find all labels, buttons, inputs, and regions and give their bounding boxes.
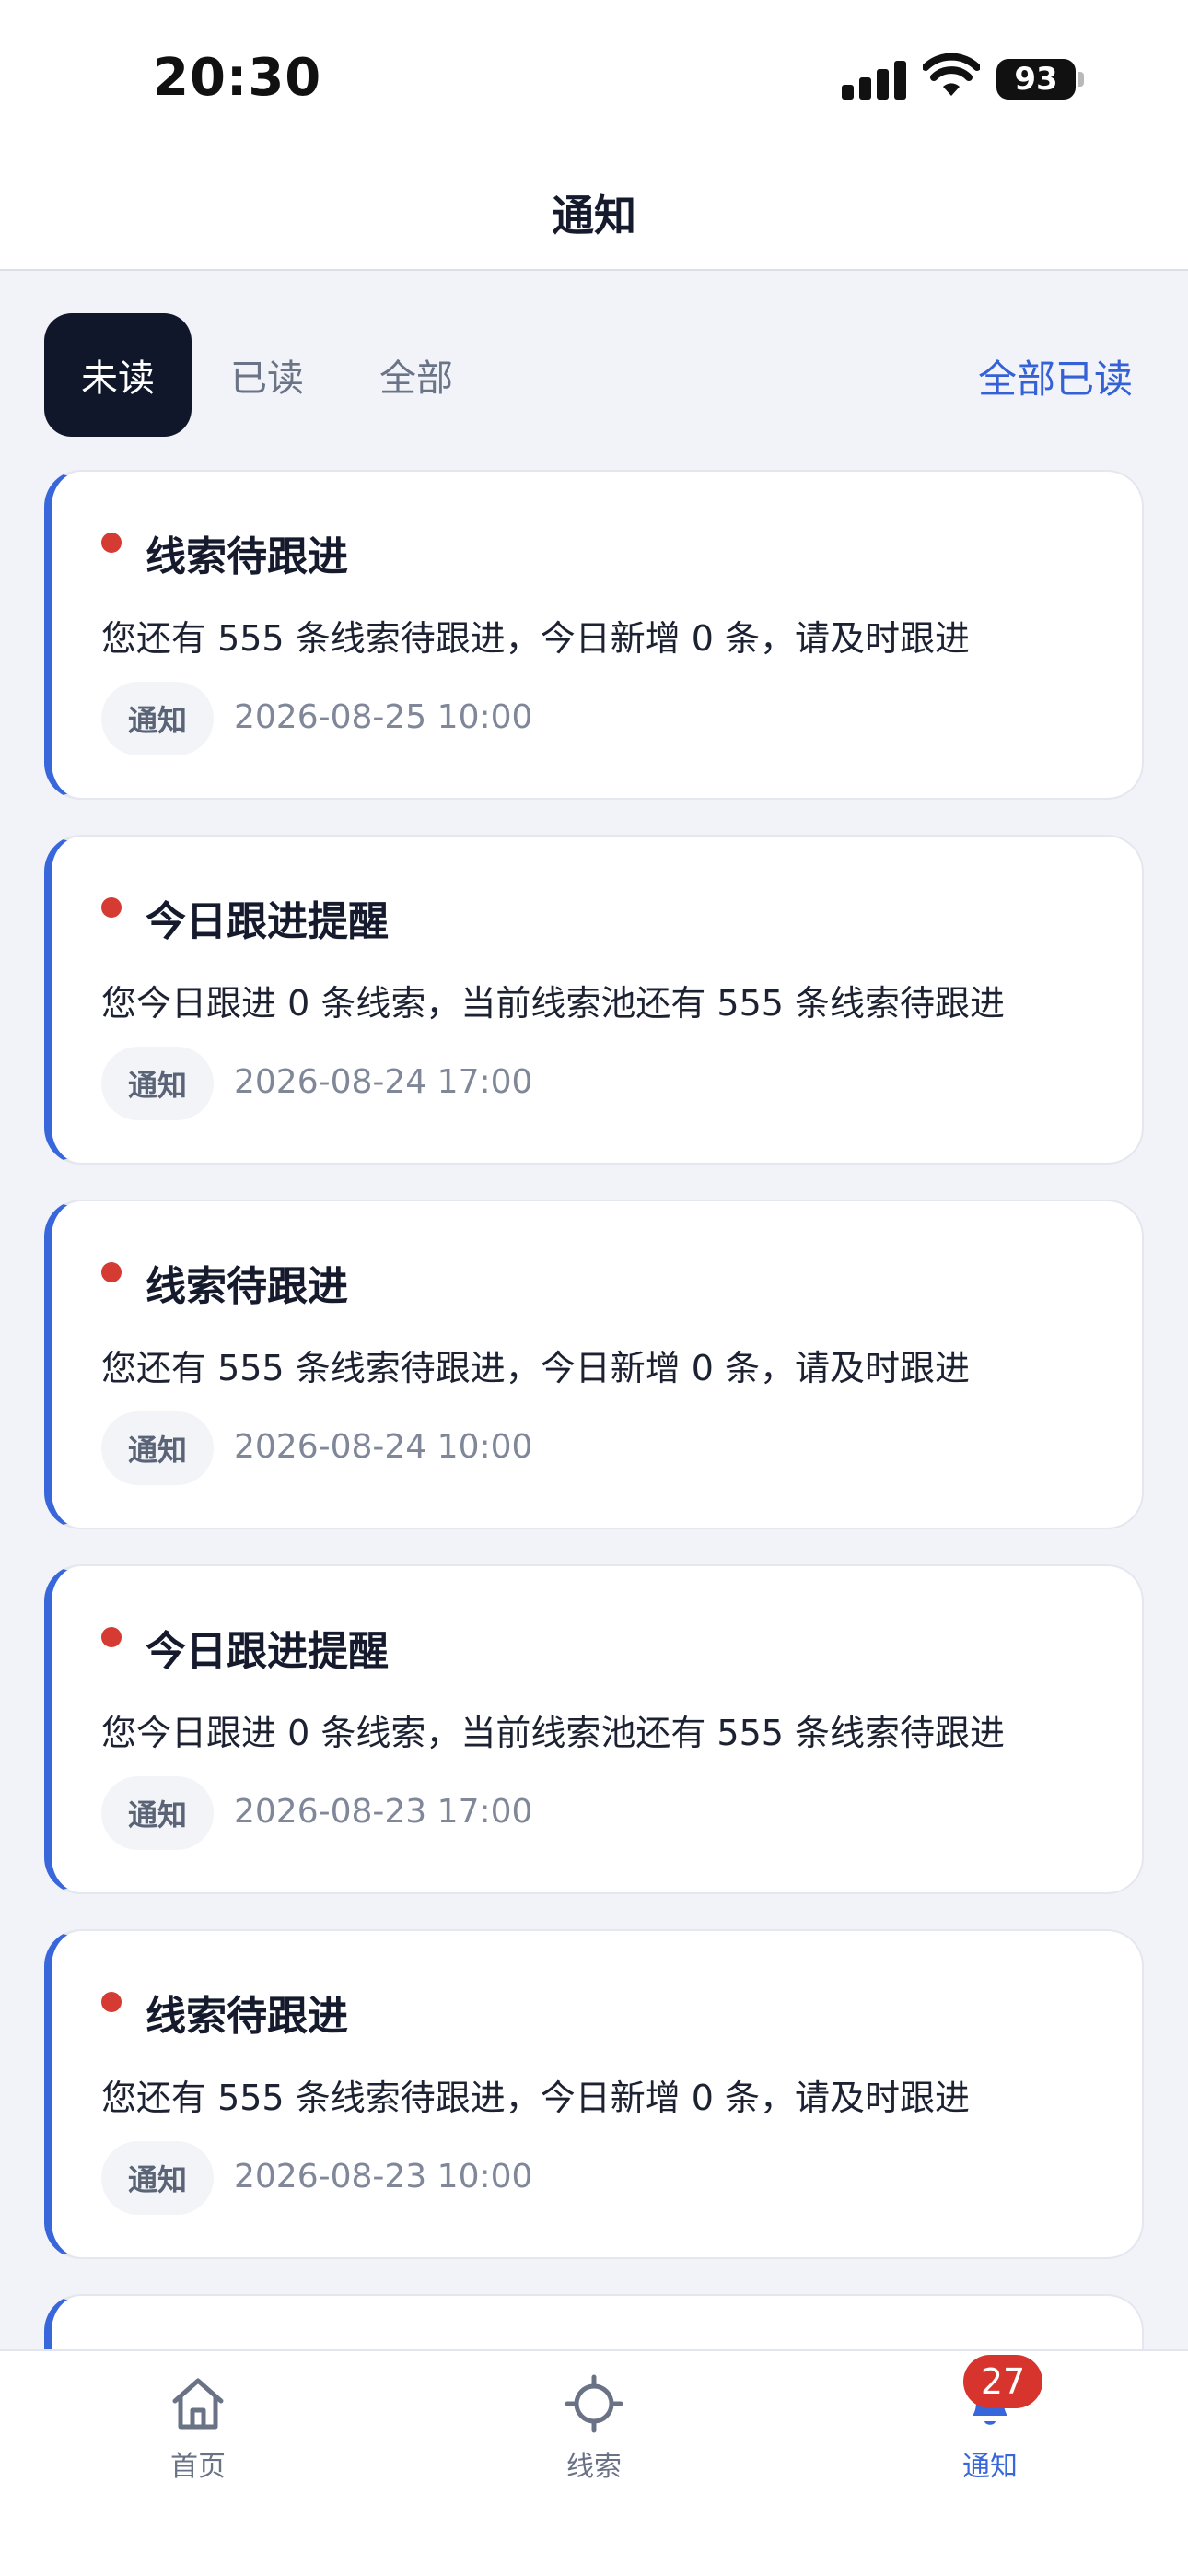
notification-title: 线索待跟进 bbox=[146, 1993, 348, 2040]
tab-unread[interactable]: 未读 bbox=[44, 313, 192, 437]
notification-title: 今日跟进提醒 bbox=[146, 1628, 389, 1675]
notification-card-partial[interactable] bbox=[44, 2294, 1144, 2349]
nav-bar: 通知 bbox=[0, 157, 1188, 271]
mark-all-read-button[interactable]: 全部已读 bbox=[978, 348, 1133, 404]
notification-body: 您还有 555 条线索待跟进，今日新增 0 条，请及时跟进 bbox=[101, 2078, 971, 2118]
unread-dot bbox=[101, 533, 122, 553]
notification-count-badge: 27 bbox=[963, 2355, 1042, 2408]
status-time: 20:30 bbox=[153, 48, 322, 108]
notification-card[interactable]: 线索待跟进 您还有 555 条线索待跟进，今日新增 0 条，请及时跟进 通知 2… bbox=[44, 1929, 1144, 2259]
notification-time: 2026-08-25 10:00 bbox=[234, 698, 533, 736]
tabbar-label-notifications: 通知 bbox=[962, 2451, 1018, 2483]
tabbar-item-leads[interactable]: 线索 bbox=[502, 2373, 686, 2493]
notification-card[interactable]: 线索待跟进 您还有 555 条线索待跟进，今日新增 0 条，请及时跟进 通知 2… bbox=[44, 470, 1144, 800]
filter-tabs: 未读 已读 全部 bbox=[44, 313, 492, 437]
status-bar: 20:30 93 bbox=[0, 0, 1188, 157]
notification-time: 2026-08-23 10:00 bbox=[234, 2158, 533, 2195]
unread-dot bbox=[101, 897, 122, 918]
notification-title: 线索待跟进 bbox=[146, 1263, 348, 1310]
notification-body: 您还有 555 条线索待跟进，今日新增 0 条，请及时跟进 bbox=[101, 1348, 971, 1388]
notification-tag: 通知 bbox=[101, 1776, 214, 1850]
notification-tag: 通知 bbox=[101, 2141, 214, 2215]
notification-title: 今日跟进提醒 bbox=[146, 898, 389, 945]
page-title: 通知 bbox=[552, 191, 636, 240]
notification-card[interactable]: 今日跟进提醒 您今日跟进 0 条线索，当前线索池还有 555 条线索待跟进 通知… bbox=[44, 835, 1144, 1165]
cellular-signal-icon bbox=[842, 59, 906, 100]
notification-time: 2026-08-24 17:00 bbox=[234, 1063, 533, 1101]
notification-body: 您今日跟进 0 条线索，当前线索池还有 555 条线索待跟进 bbox=[101, 983, 1006, 1024]
unread-dot bbox=[101, 1262, 122, 1282]
tab-all[interactable]: 全部 bbox=[343, 313, 490, 437]
notification-time: 2026-08-24 10:00 bbox=[234, 1428, 533, 1466]
notification-tag: 通知 bbox=[101, 1047, 214, 1120]
notifications-screen: 20:30 93 通知 未读 已读 全部 全部已读 线索待跟进 您还有 555 … bbox=[0, 0, 1188, 2576]
tabbar-label-home: 首页 bbox=[170, 2451, 226, 2483]
battery-icon: 93 bbox=[996, 59, 1085, 100]
notification-time: 2026-08-23 17:00 bbox=[234, 1793, 533, 1831]
notification-card[interactable]: 今日跟进提醒 您今日跟进 0 条线索，当前线索池还有 555 条线索待跟进 通知… bbox=[44, 1564, 1144, 1894]
unread-dot bbox=[101, 1627, 122, 1647]
notification-body: 您还有 555 条线索待跟进，今日新增 0 条，请及时跟进 bbox=[101, 618, 971, 659]
wifi-icon bbox=[923, 53, 980, 96]
battery-level: 93 bbox=[996, 59, 1076, 100]
notification-list: 线索待跟进 您还有 555 条线索待跟进，今日新增 0 条，请及时跟进 通知 2… bbox=[44, 470, 1144, 2349]
notification-tag: 通知 bbox=[101, 1411, 214, 1485]
notification-title: 线索待跟进 bbox=[146, 533, 348, 580]
notification-tag: 通知 bbox=[101, 682, 214, 755]
tab-read[interactable]: 已读 bbox=[193, 313, 341, 437]
home-icon bbox=[172, 2378, 224, 2430]
tabbar-item-home[interactable]: 首页 bbox=[106, 2373, 290, 2493]
unread-dot bbox=[101, 1992, 122, 2012]
crosshair-icon bbox=[565, 2374, 623, 2433]
tabbar-label-leads: 线索 bbox=[566, 2451, 622, 2483]
notification-card[interactable]: 线索待跟进 您还有 555 条线索待跟进，今日新增 0 条，请及时跟进 通知 2… bbox=[44, 1200, 1144, 1529]
notification-body: 您今日跟进 0 条线索，当前线索池还有 555 条线索待跟进 bbox=[101, 1713, 1006, 1753]
